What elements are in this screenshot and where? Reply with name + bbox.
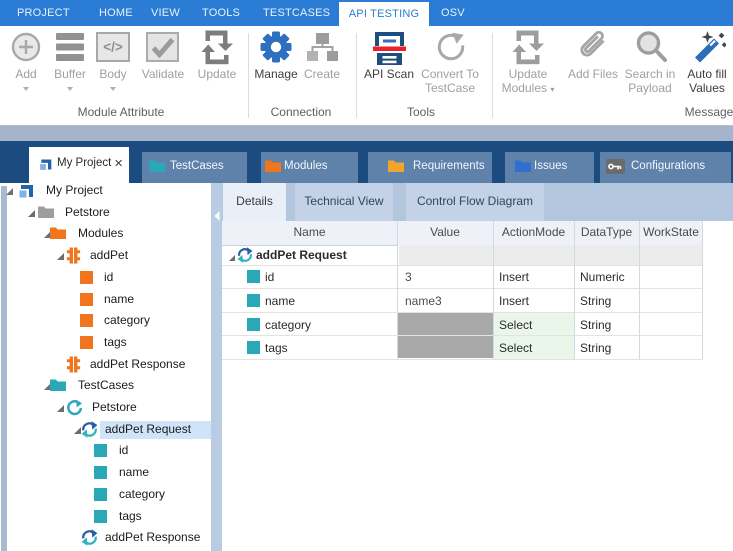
svg-text:</>: </> bbox=[103, 40, 123, 55]
